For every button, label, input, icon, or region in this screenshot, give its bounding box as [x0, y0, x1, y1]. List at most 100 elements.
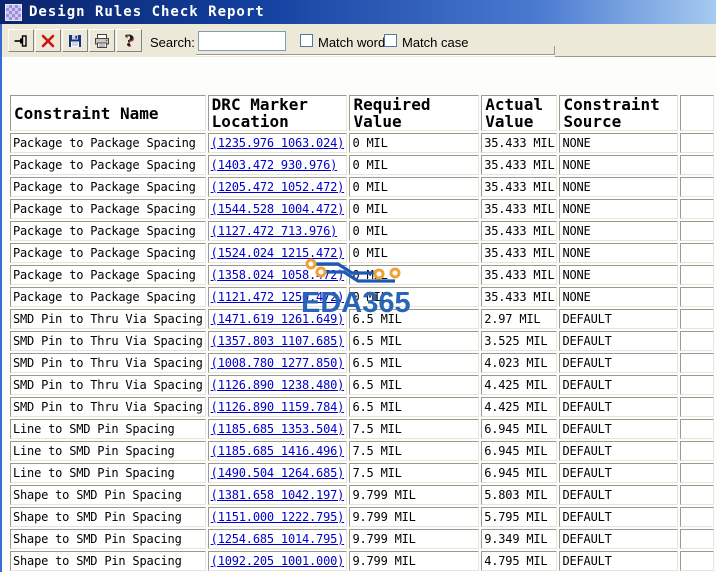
drc-location-link[interactable]: (1121.472 1250.472) [211, 290, 345, 304]
constraint-source-cell: DEFAULT [559, 441, 678, 461]
drc-location-cell: (1358.024 1058.472) [207, 265, 348, 285]
drc-location-link[interactable]: (1544.528 1004.472) [211, 202, 345, 216]
constraint-source-cell: DEFAULT [559, 507, 678, 527]
actual-value-cell: 35.433 MIL [481, 221, 558, 241]
required-value-cell: 6.5 MIL [349, 353, 480, 373]
constraint-source-cell: DEFAULT [559, 529, 678, 549]
required-value-cell: 0 MIL [349, 243, 480, 263]
actual-value-cell: 35.433 MIL [481, 177, 558, 197]
required-value-cell: 0 MIL [349, 221, 480, 241]
drc-location-link[interactable]: (1151.000 1222.795) [211, 510, 345, 524]
actual-value-cell: 3.525 MIL [481, 331, 558, 351]
table-row: Shape to SMD Pin Spacing (1092.205 1001.… [10, 551, 714, 571]
drc-location-link[interactable]: (1381.658 1042.197) [211, 488, 345, 502]
actual-value-cell: 35.433 MIL [481, 133, 558, 153]
drc-location-link[interactable]: (1185.685 1416.496) [211, 444, 345, 458]
extra-cell [679, 331, 714, 351]
drc-location-link[interactable]: (1092.205 1001.000) [211, 554, 345, 568]
table-row: Package to Package Spacing (1403.472 930… [10, 155, 714, 175]
col-header-constraint-source: Constraint Source [559, 95, 678, 131]
actual-value-cell: 35.433 MIL [481, 243, 558, 263]
drc-location-link[interactable]: (1471.619 1261.649) [211, 312, 345, 326]
extra-cell [679, 353, 714, 373]
help-icon: ? [124, 30, 134, 50]
constraint-source-cell: NONE [559, 177, 678, 197]
table-row: SMD Pin to Thru Via Spacing (1126.890 11… [10, 397, 714, 417]
drc-location-cell: (1185.685 1416.496) [207, 441, 348, 461]
drc-location-link[interactable]: (1185.685 1353.504) [211, 422, 345, 436]
constraint-source-cell: DEFAULT [559, 463, 678, 483]
drc-location-cell: (1008.780 1277.850) [207, 353, 348, 373]
table-row: Line to SMD Pin Spacing (1490.504 1264.6… [10, 463, 714, 483]
match-case-checkbox[interactable] [384, 34, 397, 47]
constraint-source-cell: NONE [559, 243, 678, 263]
drc-location-link[interactable]: (1126.890 1159.784) [211, 400, 345, 414]
constraint-name-cell: Package to Package Spacing [10, 199, 206, 219]
col-header-required-value: Required Value [349, 95, 480, 131]
drc-location-cell: (1126.890 1238.480) [207, 375, 348, 395]
table-row: Line to SMD Pin Spacing (1185.685 1353.5… [10, 419, 714, 439]
extra-cell [679, 419, 714, 439]
extra-cell [679, 265, 714, 285]
help-button[interactable]: ? [116, 29, 142, 52]
constraint-name-cell: SMD Pin to Thru Via Spacing [10, 375, 206, 395]
constraint-source-cell: DEFAULT [559, 309, 678, 329]
window-left-border [0, 24, 2, 572]
toolbar-divider [196, 54, 555, 55]
constraint-name-cell: Line to SMD Pin Spacing [10, 441, 206, 461]
constraint-source-cell: DEFAULT [559, 551, 678, 571]
extra-cell [679, 243, 714, 263]
drc-location-link[interactable]: (1403.472 930.976) [211, 158, 338, 172]
required-value-cell: 0 MIL [349, 155, 480, 175]
constraint-source-cell: DEFAULT [559, 375, 678, 395]
app-grid-icon [5, 3, 22, 21]
drc-location-link[interactable]: (1357.803 1107.685) [211, 334, 345, 348]
actual-value-cell: 5.803 MIL [481, 485, 558, 505]
required-value-cell: 0 MIL [349, 199, 480, 219]
constraint-source-cell: NONE [559, 155, 678, 175]
extra-cell [679, 133, 714, 153]
actual-value-cell: 6.945 MIL [481, 419, 558, 439]
required-value-cell: 6.5 MIL [349, 331, 480, 351]
toolbar: ? Search: Match word Match case [2, 24, 716, 57]
constraint-name-cell: Package to Package Spacing [10, 155, 206, 175]
drc-location-link[interactable]: (1205.472 1052.472) [211, 180, 345, 194]
extra-cell [679, 485, 714, 505]
match-word-checkbox[interactable] [300, 34, 313, 47]
actual-value-cell: 35.433 MIL [481, 199, 558, 219]
drc-location-cell: (1381.658 1042.197) [207, 485, 348, 505]
constraint-name-cell: SMD Pin to Thru Via Spacing [10, 331, 206, 351]
required-value-cell: 9.799 MIL [349, 507, 480, 527]
extra-cell [679, 375, 714, 395]
search-input[interactable] [198, 31, 286, 51]
print-button[interactable] [89, 29, 115, 52]
pin-button[interactable] [8, 29, 34, 52]
drc-location-link[interactable]: (1490.504 1264.685) [211, 466, 345, 480]
actual-value-cell: 2.97 MIL [481, 309, 558, 329]
drc-location-link[interactable]: (1235.976 1063.024) [211, 136, 345, 150]
toolbar-divider-tick [554, 46, 555, 55]
extra-cell [679, 463, 714, 483]
table-row: Shape to SMD Pin Spacing (1381.658 1042.… [10, 485, 714, 505]
drc-location-cell: (1092.205 1001.000) [207, 551, 348, 571]
actual-value-cell: 9.349 MIL [481, 529, 558, 549]
drc-location-link[interactable]: (1254.685 1014.795) [211, 532, 345, 546]
table-row: SMD Pin to Thru Via Spacing (1126.890 12… [10, 375, 714, 395]
drc-location-link[interactable]: (1127.472 713.976) [211, 224, 338, 238]
drc-location-link[interactable]: (1358.024 1058.472) [211, 268, 345, 282]
table-header-row: Constraint Name DRC Marker Location Requ… [10, 95, 714, 131]
table-row: SMD Pin to Thru Via Spacing (1008.780 12… [10, 353, 714, 373]
constraint-name-cell: SMD Pin to Thru Via Spacing [10, 353, 206, 373]
save-button[interactable] [62, 29, 88, 52]
window-title: Design Rules Check Report [29, 4, 265, 20]
drc-location-cell: (1151.000 1222.795) [207, 507, 348, 527]
drc-location-link[interactable]: (1524.024 1215.472) [211, 246, 345, 260]
drc-location-cell: (1126.890 1159.784) [207, 397, 348, 417]
drc-location-link[interactable]: (1126.890 1238.480) [211, 378, 345, 392]
constraint-name-cell: Shape to SMD Pin Spacing [10, 529, 206, 549]
close-button[interactable] [35, 29, 61, 52]
drc-table: Constraint Name DRC Marker Location Requ… [8, 93, 716, 572]
drc-location-link[interactable]: (1008.780 1277.850) [211, 356, 345, 370]
extra-cell [679, 177, 714, 197]
drc-location-cell: (1403.472 930.976) [207, 155, 348, 175]
